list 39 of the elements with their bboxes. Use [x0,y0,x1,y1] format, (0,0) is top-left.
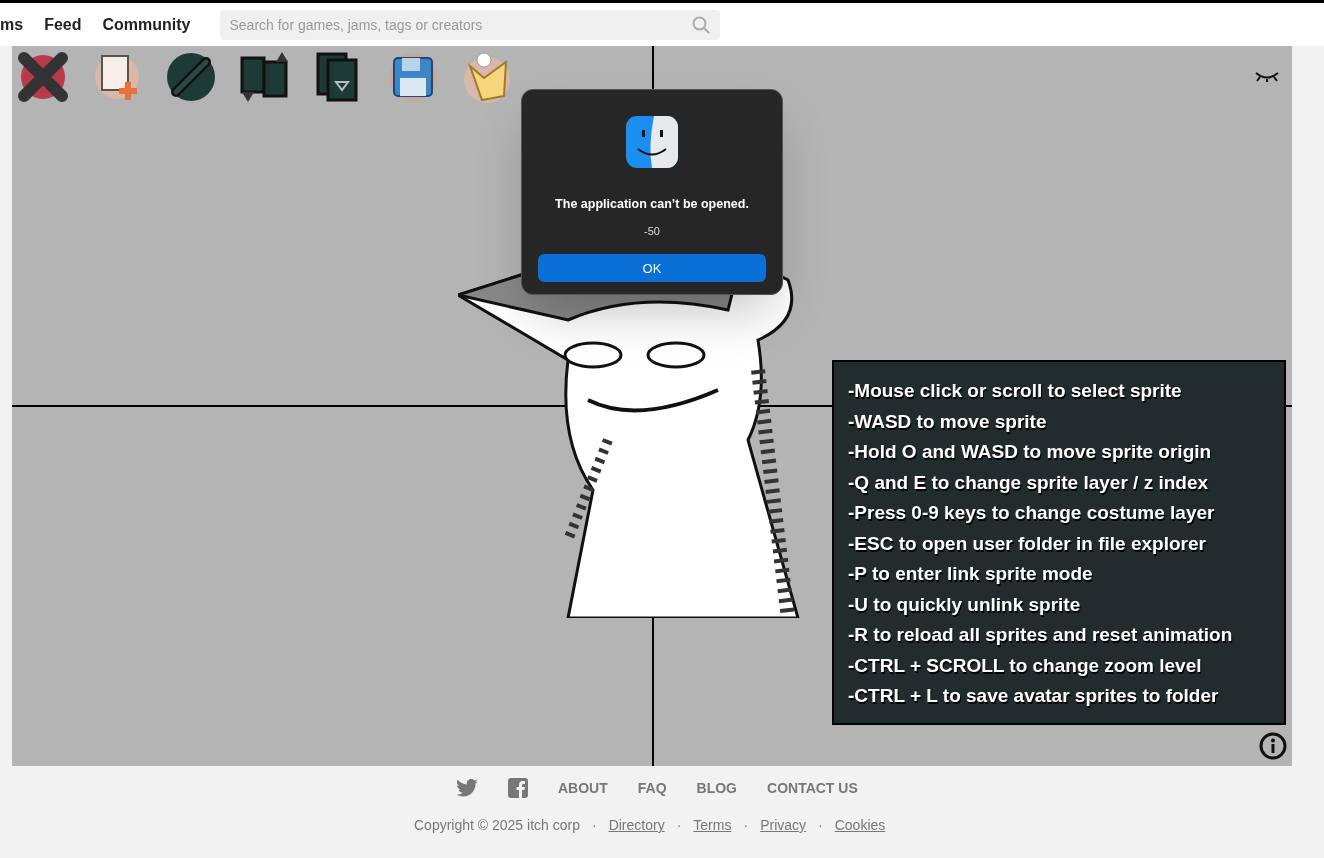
footer-link[interactable]: CONTACT US [767,777,858,799]
face-app-icon [626,116,678,168]
nav-link[interactable]: Feed [44,12,82,37]
separator-dot: · [676,816,682,835]
instruction-line: -P to enter link sprite mode [848,562,1094,586]
instruction-line: -WASD to move sprite [848,409,1048,434]
legal-link[interactable]: Directory [608,815,665,836]
footer-link[interactable]: ABOUT [558,777,608,799]
instruction-line: -R to reload all sprites and reset animation [848,623,1234,647]
search-icon [692,15,711,34]
instruction-line: -Q and E to change sprite layer / z index [848,470,1210,495]
footer-link[interactable]: FAQ [637,777,667,799]
separator-dot: · [743,816,749,835]
instruction-line: -Press 0-9 keys to change costume layer [848,501,1216,525]
floppy-disk-icon[interactable] [386,50,440,104]
separator-dot: · [818,816,823,835]
instruction-line: -Hold O and WASD to move sprite origin [848,440,1213,464]
info-icon[interactable] [1259,732,1287,760]
facebook-icon[interactable] [508,778,528,798]
instruction-line: -U to quickly unlink sprite [848,592,1082,617]
search-field[interactable]: Search for games, jams, tags or creators [220,9,721,40]
instruction-line: -Mouse click or scroll to select sprite [848,379,1183,403]
copyright-text: Copyright © 2025 itch corp [414,816,580,835]
instruction-line: -CTRL + SCROLL to change zoom level [848,653,1203,678]
nav-link[interactable]: ms [0,12,24,37]
instruction-line: -CTRL + L to save avatar sprites to folder [848,684,1220,708]
nav-link[interactable]: Community [102,12,191,37]
x-icon[interactable] [16,50,70,104]
closed-eye-icon[interactable] [1254,70,1280,82]
footer-link[interactable]: BLOG [696,777,737,799]
dialog-message: The application can’t be opened. [555,196,749,213]
legal-link[interactable]: Privacy [760,815,807,836]
legal-link[interactable]: Terms [693,815,732,836]
twitter-bird-icon[interactable] [456,779,478,797]
legal-link[interactable]: Cookies [834,815,886,836]
instruction-line: -ESC to open user folder in file explorer [848,531,1207,556]
separator-dot: · [591,816,597,835]
dialog-error-code: -50 [644,223,660,239]
ok-button[interactable]: OK [538,254,766,283]
